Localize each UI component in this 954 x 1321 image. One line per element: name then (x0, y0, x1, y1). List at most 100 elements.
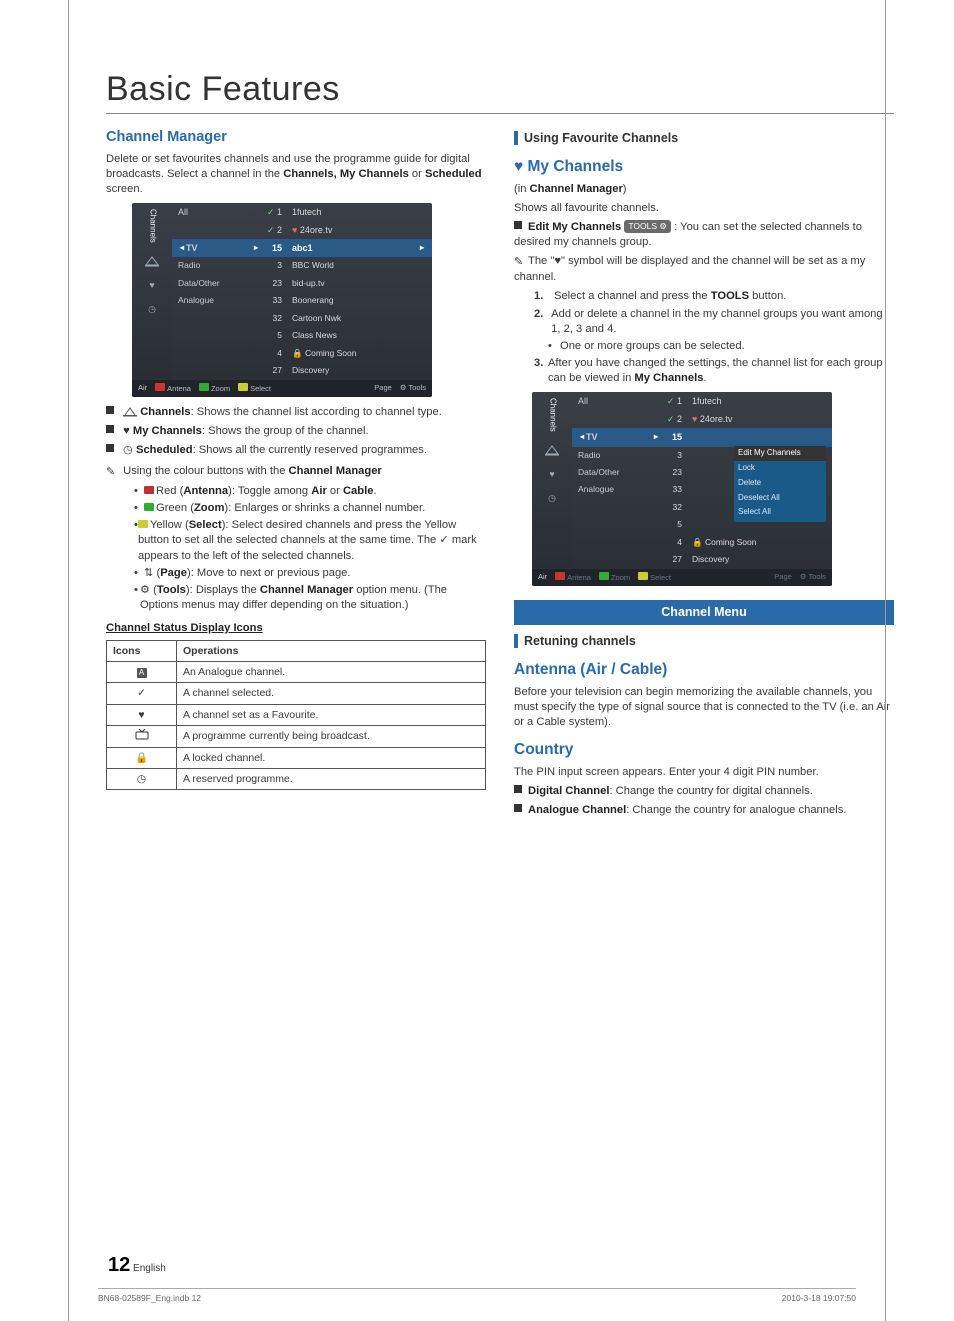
ui-name: Discovery (292, 365, 426, 376)
note: ✎The "♥" symbol will be displayed and th… (514, 254, 894, 285)
ui-air-label: Air (138, 383, 147, 393)
clock-icon: ◷ (548, 492, 556, 504)
title-divider (106, 113, 894, 114)
right-arrow-icon: ▸ (252, 243, 260, 254)
list-item: Analogue Channel: Change the country for… (514, 803, 894, 818)
note: ✎ Using the colour buttons with the Chan… (106, 464, 486, 480)
text-bold: Channel Manager (289, 465, 382, 477)
td: An Analogue channel. (177, 662, 486, 683)
ui-channel-name: 24ore.tv (700, 414, 733, 424)
ui-footer-page: Page (374, 383, 392, 392)
t: . (703, 372, 706, 384)
ui-name: Cartoon Nwk (292, 313, 426, 324)
tools-icon: ⚙ (140, 584, 150, 596)
b: Page (160, 567, 187, 579)
section-tick-icon (514, 131, 518, 145)
clock-icon: ◷ (123, 444, 133, 456)
ui-footer-select: Select (250, 384, 271, 393)
label: Analogue Channel (528, 804, 626, 816)
t: or (327, 485, 343, 497)
td: A programme currently being broadcast. (177, 725, 486, 747)
page-number: 12 English (108, 1254, 166, 1277)
ui-num: 23 (252, 278, 292, 289)
text: : Shows all the currently reserved progr… (193, 444, 427, 456)
t: ): Move to next or previous page. (187, 567, 351, 579)
text: : Shows the channel list according to ch… (191, 406, 442, 418)
t: button. (749, 290, 786, 302)
ui-air-label: Air (538, 572, 547, 582)
ui-name: BBC World (292, 260, 426, 271)
b: Tools (157, 584, 186, 596)
channel-manager-ui: Channels ♥ ◷ All ✓ 1 1futech ✓ 2 ♥ 24ore… (132, 203, 432, 397)
ui-num: 32 (252, 313, 292, 324)
b: Zoom (194, 502, 224, 514)
ctx-item: Deselect All (734, 491, 826, 506)
b: Antenna (183, 485, 228, 497)
ui-footer-antena: Antena (567, 573, 591, 582)
ui-num: 4 (652, 537, 692, 548)
b: My Channels (634, 372, 703, 384)
channel-manager-intro: Delete or set favourites channels and us… (106, 152, 486, 197)
square-bullet-icon (106, 444, 114, 452)
ui-num: 3 (252, 260, 292, 271)
list-item: Digital Channel: Change the country for … (514, 784, 894, 799)
shows-fav-text: Shows all favourite channels. (514, 201, 894, 216)
ui-num: 27 (652, 554, 692, 565)
analogue-icon: A (137, 668, 147, 678)
doc-reference: BN68-02589F_Eng.indb 12 (98, 1293, 201, 1303)
text-bold: Scheduled (425, 168, 482, 180)
yellow-button-icon (138, 520, 148, 528)
ui-footer-tools: Tools (808, 572, 826, 581)
retuning-heading: Retuning channels (524, 633, 636, 650)
ctx-header: Edit My Channels (734, 446, 826, 461)
heart-icon: ♥ (549, 468, 554, 480)
text: : Shows the group of the channel. (202, 425, 369, 437)
text: Using the colour buttons with the (123, 465, 288, 477)
page-title: Basic Features (106, 70, 894, 109)
note-icon: ✎ (106, 465, 120, 480)
th-ops: Operations (177, 641, 486, 662)
ui-type: Data/Other (178, 278, 252, 289)
text: or (409, 168, 425, 180)
ui-sel-num: 15 (660, 431, 692, 443)
updown-icon: ⇅ (144, 567, 153, 579)
list-item: Channels: Shows the channel list accordi… (106, 405, 486, 420)
check-icon: ✓ (107, 683, 177, 704)
b: Select (189, 519, 222, 531)
label: Edit My Channels (528, 221, 621, 233)
ui-channel-name: 24ore.tv (300, 225, 333, 235)
channel-menu-bar: Channel Menu (514, 600, 894, 625)
ui-type: Radio (578, 450, 652, 461)
document-footer: BN68-02589F_Eng.indb 12 2010-3-18 19:07:… (98, 1288, 856, 1303)
b: Cable (343, 485, 373, 497)
tools-icon: ⚙ (800, 572, 807, 581)
my-channels-ui: Channels ♥ ◷ All✓ 11futech ✓ 2♥ 24ore.tv… (532, 392, 832, 586)
tools-icon: ⚙ (400, 383, 407, 392)
t: ): Enlarges or shrinks a channel number. (224, 502, 425, 514)
t: Add or delete a channel in the my channe… (551, 307, 894, 337)
ui-num: 4 (252, 348, 292, 359)
clock-icon: ◷ (148, 303, 156, 315)
ui-side-label: Channels (147, 209, 158, 243)
antenna-icon (144, 255, 160, 267)
ui-name: bid-up.tv (292, 278, 426, 289)
ui-sel-name: abc1 (292, 242, 418, 254)
list-item: ◷ Scheduled: Shows all the currently res… (106, 443, 486, 458)
td: A reserved programme. (177, 769, 486, 790)
ui-sidebar: Channels ♥ ◷ (532, 392, 572, 568)
ui-name: Class News (292, 330, 426, 341)
channel-manager-heading: Channel Manager (106, 128, 486, 148)
label: My Channels (133, 425, 202, 437)
ui-type: Data/Other (578, 467, 652, 478)
page-language: English (133, 1263, 166, 1274)
ui-sel-type: TV (586, 431, 652, 443)
t: Green ( (156, 502, 194, 514)
ui-footer-page: Page (774, 572, 792, 581)
ui-channel-name: 1futech (292, 206, 426, 218)
b: TOOLS (711, 290, 749, 302)
left-arrow-icon: ◂ (178, 243, 186, 254)
lock-icon: 🔒 (107, 748, 177, 769)
ui-type: Analogue (578, 484, 652, 495)
status-icons-table: IconsOperations AAn Analogue channel. ✓A… (106, 640, 486, 790)
text: screen. (106, 183, 143, 195)
